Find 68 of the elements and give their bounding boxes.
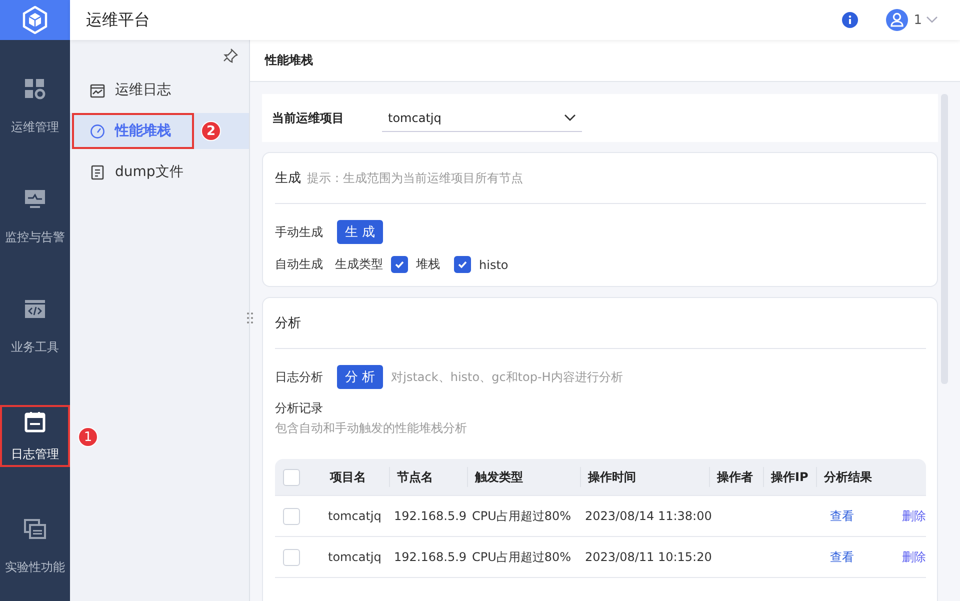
column-header: 分析结果	[816, 467, 880, 487]
view-link[interactable]: 查看	[830, 508, 854, 522]
row-checkbox[interactable]	[283, 548, 300, 566]
analyze-button[interactable]: 分 析	[337, 365, 384, 389]
pin-icon[interactable]	[222, 48, 238, 64]
table-cell-text: CPU占用超过80%	[471, 548, 572, 566]
logo[interactable]	[0, 0, 70, 40]
info-icon[interactable]	[842, 12, 858, 28]
checkbox-label: histo	[479, 258, 508, 272]
checkbox[interactable]	[391, 256, 408, 273]
delete-link[interactable]: 删除	[902, 508, 926, 522]
document-icon	[90, 164, 105, 180]
table-cell-text: 192.168.5.9	[393, 550, 467, 564]
field-label: 日志分析	[275, 368, 323, 386]
field-label: 手动生成	[275, 224, 323, 240]
select-all-checkbox[interactable]	[283, 468, 300, 486]
submenu-item[interactable]: dump文件	[90, 154, 184, 190]
windows-icon	[24, 518, 46, 540]
field-label: 自动生成	[275, 256, 323, 273]
hint-text: 包含自动和手动触发的性能堆栈分析	[275, 421, 467, 435]
rail-nav-item[interactable]: 实验性功能	[0, 514, 70, 578]
column-header: 节点名	[389, 467, 467, 487]
row-checkbox[interactable]	[283, 508, 300, 524]
column-header: 操作IP	[763, 467, 816, 487]
code-window-icon	[24, 298, 46, 320]
column-header: 操作时间	[580, 467, 709, 487]
project-select[interactable]: tomcatjq	[382, 104, 582, 132]
app-title: 运维平台	[86, 10, 151, 30]
table-cell-text: 2023/08/11 10:15:20	[584, 550, 709, 564]
table-cell-text: tomcatjq	[327, 509, 382, 523]
callout-badge: 2	[201, 121, 221, 141]
resize-handle-icon[interactable]	[247, 312, 253, 324]
submenu-item[interactable]: 运维日志	[90, 72, 171, 108]
rail-nav-item[interactable]: 业务工具	[0, 294, 70, 358]
column-header: 触发类型	[467, 467, 580, 487]
column-header: 操作者	[709, 467, 763, 487]
field-label: 生成类型	[335, 256, 383, 273]
field-label: 当前运维项目	[272, 110, 345, 126]
chevron-down-icon[interactable]	[926, 16, 938, 24]
calendar-icon	[24, 411, 46, 433]
user-name[interactable]: 1	[914, 12, 922, 28]
column-header: 项目名	[328, 469, 367, 486]
chevron-down-icon	[564, 114, 576, 122]
table-cell-text: 192.168.5.9	[393, 509, 467, 523]
gauge-icon	[90, 124, 105, 138]
table-cell-text: 2023/08/14 11:38:00	[584, 509, 709, 523]
check-icon	[457, 259, 468, 270]
monitor-icon	[24, 188, 46, 210]
hint-text: 提示：生成范围为当前运维项目所有节点	[307, 170, 523, 186]
checkbox[interactable]	[454, 256, 471, 273]
generate-button[interactable]: 生 成	[337, 220, 384, 244]
table-cell-text: CPU占用超过80%	[471, 508, 572, 524]
rail-nav-item[interactable]: 监控与告警	[0, 184, 70, 248]
dashboard-icon	[24, 78, 46, 100]
hint-text: 对jstack、histo、gc和top-H内容进行分析	[391, 368, 623, 386]
view-link[interactable]: 查看	[830, 550, 854, 564]
delete-link[interactable]: 删除	[902, 550, 926, 564]
table-cell-text: tomcatjq	[327, 550, 382, 564]
section-title: 生成	[275, 170, 301, 187]
rail-nav-item[interactable]: 运维管理	[0, 74, 70, 138]
chart-icon	[90, 82, 105, 98]
check-icon	[394, 259, 405, 270]
page-title: 性能堆栈	[265, 52, 313, 69]
section-title: 分析	[275, 315, 301, 332]
cube-logo-icon	[22, 6, 48, 34]
subsection-title: 分析记录	[275, 401, 323, 415]
user-avatar-icon[interactable]	[886, 9, 908, 31]
checkbox-label: 堆栈	[416, 256, 440, 273]
